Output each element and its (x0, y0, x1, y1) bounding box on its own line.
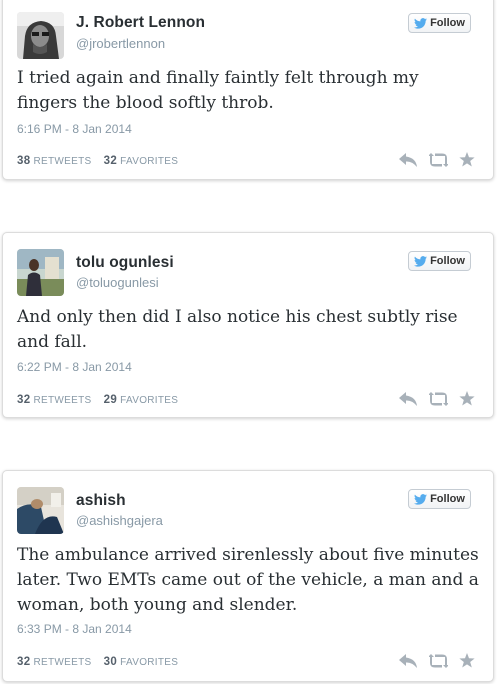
user-name[interactable]: J. Robert Lennon (76, 14, 205, 32)
star-icon[interactable] (459, 391, 475, 406)
timestamp[interactable]: 6:16 PM - 8 Jan 2014 (17, 122, 132, 136)
favorite-count[interactable]: 30 (104, 656, 117, 668)
avatar[interactable] (17, 249, 64, 296)
avatar-image (17, 249, 64, 296)
user-name[interactable]: ashish (76, 492, 126, 510)
user-name[interactable]: tolu ogunlesi (76, 254, 174, 272)
follow-label: Follow (430, 255, 465, 267)
reply-icon[interactable] (399, 152, 418, 167)
tweet-card: ashish @ashishgajera Follow The ambulanc… (2, 470, 494, 682)
retweets-label: RETWEETS (33, 395, 92, 406)
twitter-bird-icon (414, 17, 428, 29)
retweet-icon[interactable] (429, 653, 448, 668)
favorite-count[interactable]: 29 (104, 394, 117, 406)
tweet-text: And only then did I also notice his ches… (17, 307, 458, 352)
tweet-actions (399, 152, 475, 167)
tweet-text: I tried again and finally faintly felt t… (17, 68, 419, 113)
follow-button[interactable]: Follow (408, 251, 471, 271)
retweets-label: RETWEETS (33, 657, 92, 668)
user-handle[interactable]: @toluogunlesi (76, 275, 159, 290)
retweets-label: RETWEETS (33, 156, 92, 167)
twitter-bird-icon (414, 493, 428, 505)
retweet-count[interactable]: 38 (17, 155, 30, 167)
retweet-icon[interactable] (429, 391, 448, 406)
tweet-stats: 32 RETWEETS 30 FAVORITES (17, 656, 178, 668)
follow-button[interactable]: Follow (408, 13, 471, 33)
favorites-label: FAVORITES (120, 395, 179, 406)
reply-icon[interactable] (399, 391, 418, 406)
tweet-card: J. Robert Lennon @jrobertlennon Follow I… (2, 0, 494, 180)
avatar-image (17, 12, 64, 59)
timestamp[interactable]: 6:22 PM - 8 Jan 2014 (17, 360, 132, 374)
star-icon[interactable] (459, 653, 475, 668)
favorite-count[interactable]: 32 (104, 155, 117, 167)
user-handle[interactable]: @ashishgajera (76, 513, 163, 528)
retweet-count[interactable]: 32 (17, 394, 30, 406)
user-handle[interactable]: @jrobertlennon (76, 36, 165, 51)
retweet-count[interactable]: 32 (17, 656, 30, 668)
follow-button[interactable]: Follow (408, 489, 471, 509)
tweet-actions (399, 653, 475, 668)
avatar[interactable] (17, 12, 64, 59)
reply-icon[interactable] (399, 653, 418, 668)
retweet-icon[interactable] (429, 152, 448, 167)
twitter-bird-icon (414, 255, 428, 267)
star-icon[interactable] (459, 152, 475, 167)
tweet-stats: 32 RETWEETS 29 FAVORITES (17, 394, 178, 406)
timestamp[interactable]: 6:33 PM - 8 Jan 2014 (17, 622, 132, 636)
avatar[interactable] (17, 487, 64, 534)
tweet-card: tolu ogunlesi @toluogunlesi Follow And o… (2, 232, 494, 418)
avatar-image (17, 487, 64, 534)
tweet-actions (399, 391, 475, 406)
tweet-stats: 38 RETWEETS 32 FAVORITES (17, 155, 178, 167)
favorites-label: FAVORITES (120, 657, 179, 668)
follow-label: Follow (430, 17, 465, 29)
follow-label: Follow (430, 493, 465, 505)
tweet-text: The ambulance arrived sirenlessly about … (17, 545, 479, 615)
favorites-label: FAVORITES (120, 156, 179, 167)
